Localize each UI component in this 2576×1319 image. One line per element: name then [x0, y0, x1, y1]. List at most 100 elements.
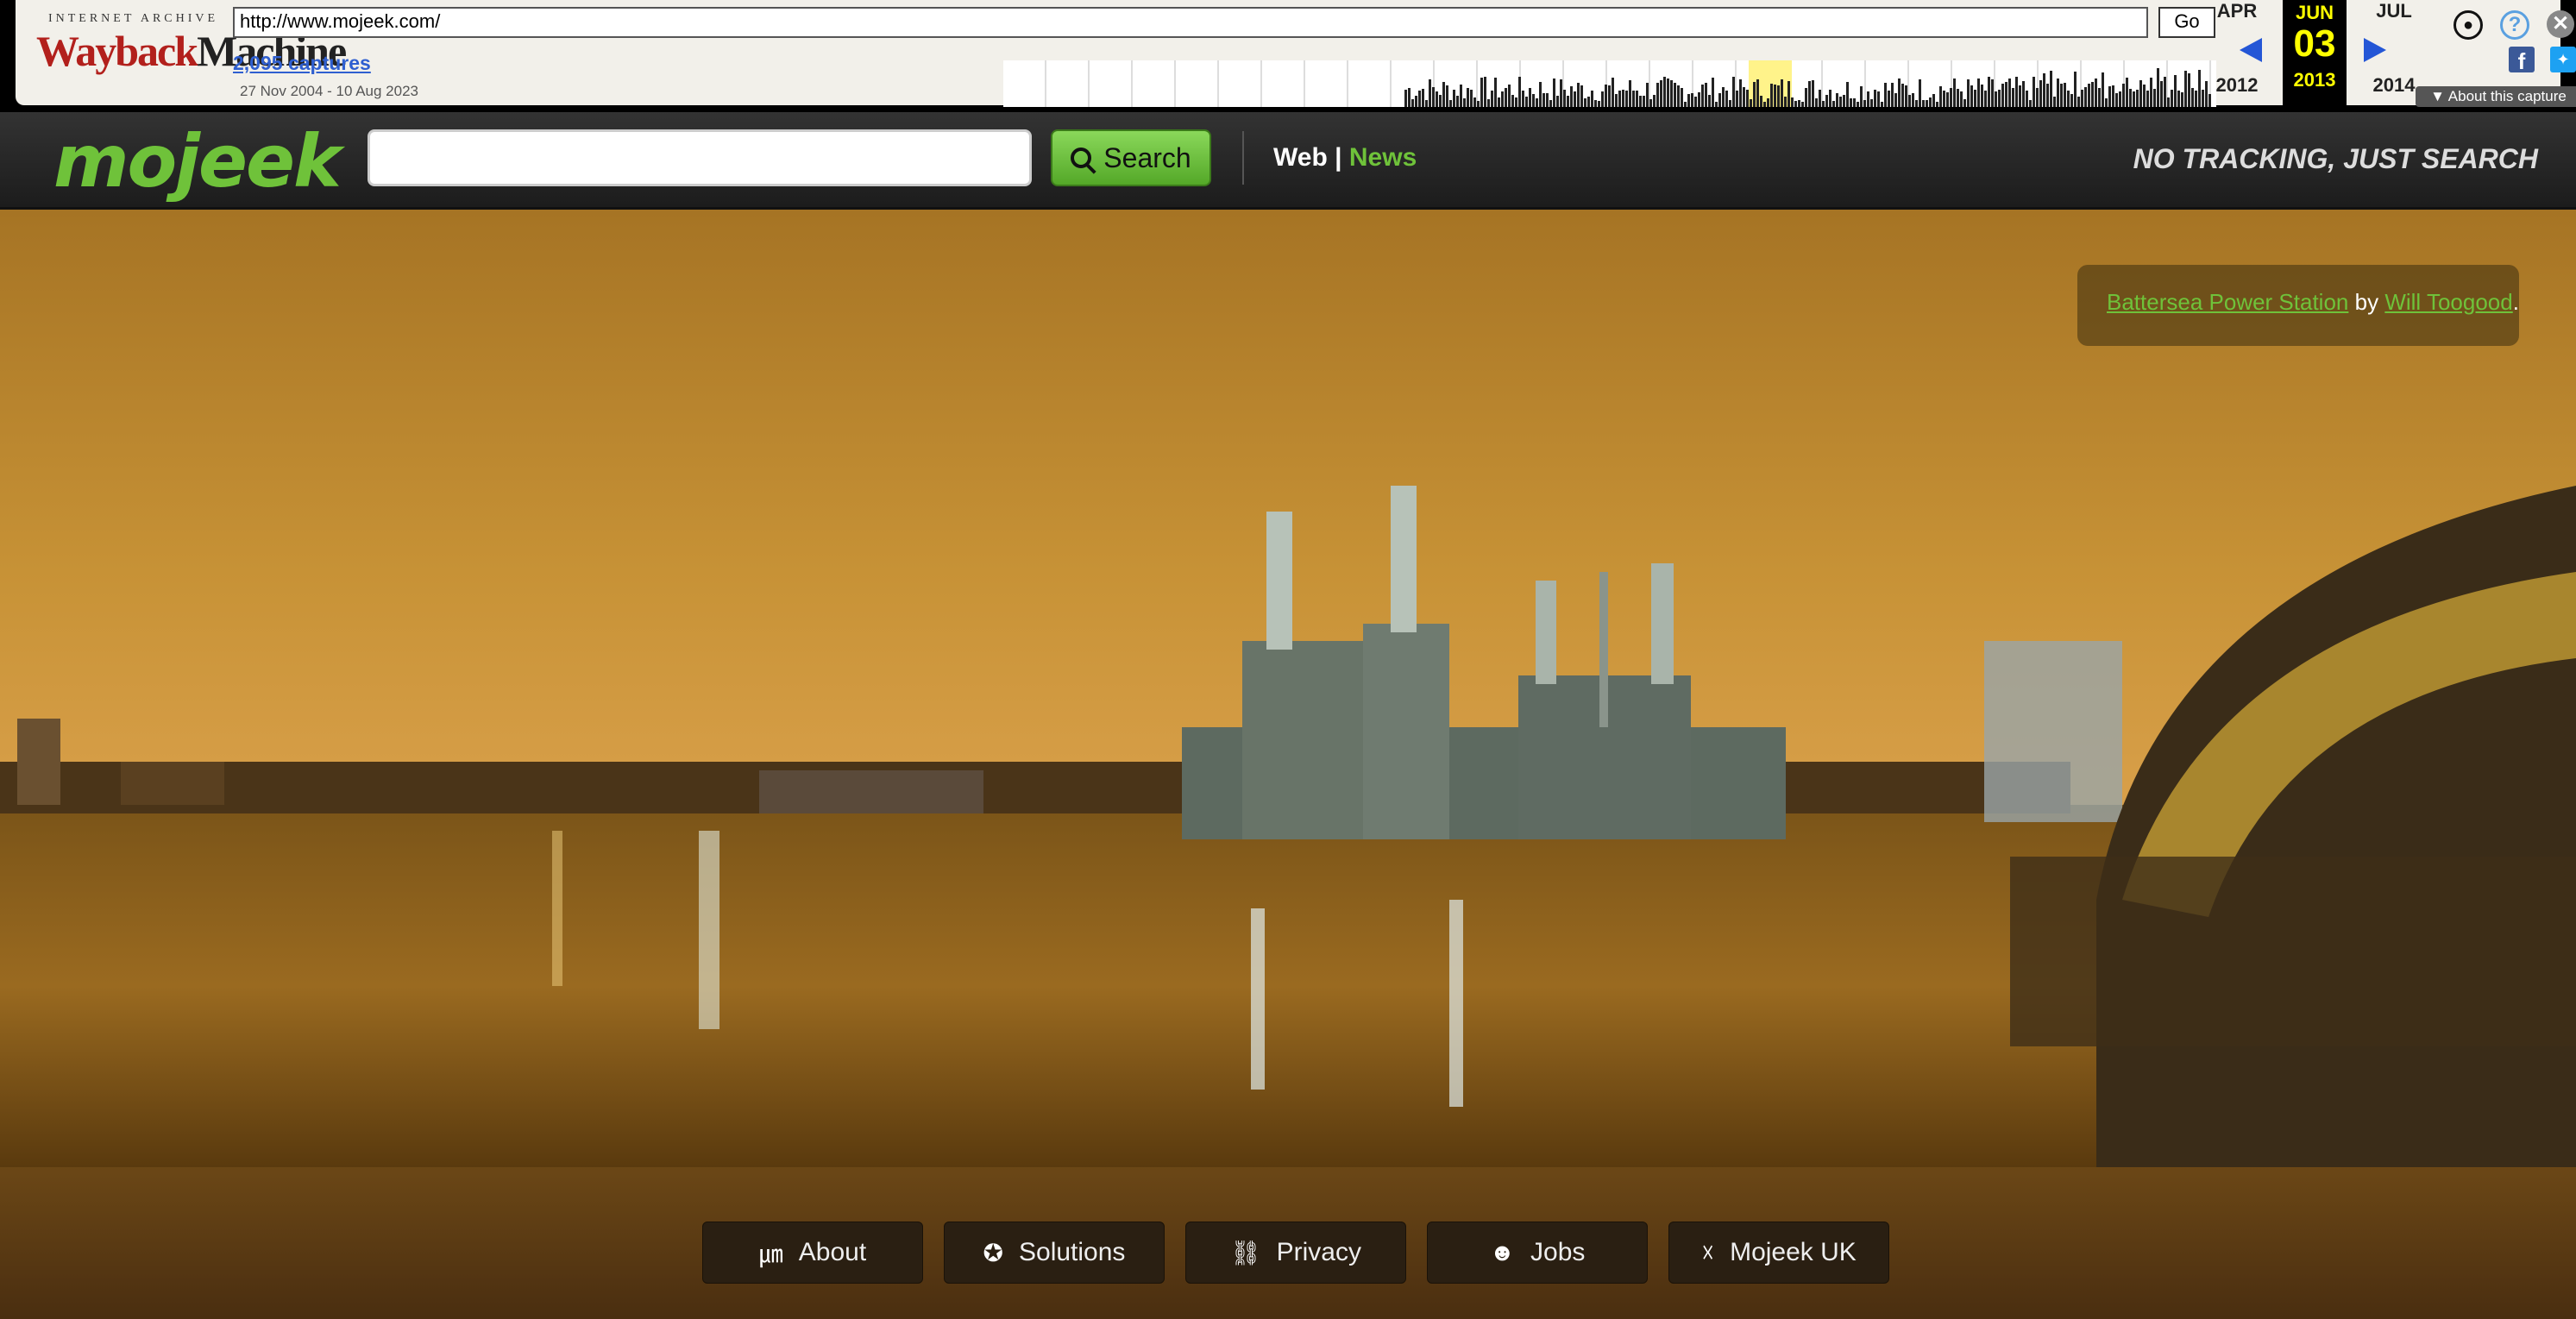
sparkline-bar — [1739, 79, 1742, 107]
twitter-icon[interactable]: ✦ — [2550, 47, 2576, 72]
nav-news[interactable]: News — [1349, 143, 1417, 172]
next-capture-arrow-icon[interactable] — [2364, 38, 2386, 62]
search-type-nav: Web | News — [1273, 143, 1417, 173]
sparkline-bar — [2108, 86, 2111, 107]
search-input[interactable] — [368, 129, 1032, 186]
sparkline-bar — [2036, 88, 2039, 107]
sparkline-bar — [2167, 97, 2170, 107]
sparkline-bar — [1653, 95, 1656, 107]
sparkline-bar — [1553, 79, 1555, 107]
sparkline-bar — [1836, 93, 1838, 107]
mojeek-logo[interactable]: mojeek — [53, 119, 342, 204]
sparkline-bar — [1801, 102, 1804, 107]
sparkline-bar — [1712, 78, 1714, 107]
sparkline-bar — [1870, 99, 1873, 107]
nav-web[interactable]: Web — [1273, 143, 1328, 172]
sparkline-bar — [1494, 78, 1497, 107]
search-button[interactable]: Search — [1051, 129, 1211, 186]
sparkline-bar — [1705, 83, 1707, 107]
sparkline-bar — [1877, 91, 1880, 107]
sparkline-bar — [1974, 90, 1976, 107]
sparkline-bar — [1860, 86, 1863, 107]
sparkline-bar — [2033, 77, 2035, 107]
next-month-label[interactable]: JUL — [2366, 0, 2422, 22]
sparkline-bar — [1694, 97, 1697, 107]
sparkline-bar — [1998, 90, 2001, 107]
sparkline-bar — [2195, 91, 2197, 107]
photo-title-link[interactable]: Battersea Power Station — [2107, 289, 2348, 315]
sparkline-bar — [1467, 88, 1469, 107]
photo-author-link[interactable]: Will Toogood — [2384, 289, 2512, 315]
wayback-logo[interactable]: INTERNET ARCHIVE WaybackMachine — [36, 12, 347, 81]
sparkline-bar — [1805, 88, 1807, 107]
sparkline-bar — [1508, 85, 1511, 107]
sparkline-bar — [1456, 96, 1459, 107]
sparkline-bar — [2102, 72, 2104, 107]
next-year-label[interactable]: 2014 — [2366, 74, 2422, 97]
sparkline-bar — [1436, 91, 1438, 107]
sparkline-bar — [1622, 90, 1624, 107]
prev-month-label[interactable]: APR — [2208, 0, 2265, 22]
sparkline-bar — [1894, 93, 1897, 107]
sparkline-bar — [2143, 85, 2146, 107]
sparkline-bar — [2202, 90, 2204, 107]
sparkline-bar — [1981, 85, 1983, 107]
sparkline-bar — [1605, 85, 1607, 107]
sparkline-bar — [2064, 83, 2066, 107]
wayback-capture-sparkline[interactable] — [1003, 60, 2216, 107]
sparkline-bar — [1888, 91, 1890, 107]
help-icon[interactable]: ? — [2500, 10, 2529, 40]
jobs-button[interactable]: ☻ Jobs — [1427, 1222, 1648, 1284]
sparkline-bar — [2084, 87, 2087, 107]
sparkline-bar — [1480, 78, 1483, 107]
sparkline-bar — [1484, 77, 1486, 107]
wayback-go-button[interactable]: Go — [2158, 7, 2215, 38]
user-account-icon[interactable]: ● — [2453, 10, 2483, 40]
about-capture-button[interactable]: ▼ About this capture — [2416, 86, 2576, 107]
sparkline-bar — [2157, 68, 2159, 107]
wayback-captures-link[interactable]: 2,095 captures — [233, 52, 371, 75]
sparkline-bar — [1715, 102, 1718, 107]
sparkline-bar — [1601, 91, 1604, 107]
sparkline-bar — [1891, 83, 1894, 107]
sparkline-bar — [2081, 90, 2083, 107]
sparkline-bar — [1915, 100, 1918, 107]
prev-capture-arrow-icon[interactable] — [2240, 38, 2262, 62]
sparkline-bars — [1404, 68, 2211, 107]
solutions-button[interactable]: ✪ Solutions — [944, 1222, 1165, 1284]
hero-background-image: Battersea Power Station by Will Toogood. — [0, 210, 2576, 1167]
sparkline-bar — [1681, 88, 1683, 107]
sparkline-bar — [2174, 75, 2177, 107]
about-button[interactable]: ㎛ About — [702, 1222, 923, 1284]
sparkline-bar — [1404, 90, 1407, 107]
sparkline-bar — [1926, 100, 1928, 107]
sparkline-bar — [2043, 73, 2045, 107]
sparkline-bar — [1936, 102, 1938, 107]
sparkline-bar — [2150, 78, 2152, 107]
sparkline-bar — [1791, 97, 1794, 107]
sparkline-bar — [2105, 98, 2108, 107]
sparkline-bar — [1953, 79, 1956, 107]
facebook-icon[interactable]: f — [2509, 47, 2535, 74]
sparkline-bar — [1639, 96, 1642, 107]
sparkline-bar — [1718, 93, 1721, 107]
sparkline-bar — [2022, 81, 2025, 107]
sparkline-bar — [1960, 91, 1963, 107]
sparkline-bar — [1691, 93, 1693, 107]
sparkline-bar — [1863, 100, 1866, 107]
sparkline-bar — [1784, 97, 1787, 107]
sparkline-bar — [1643, 96, 1645, 107]
jobs-button-label: Jobs — [1530, 1238, 1586, 1266]
close-icon[interactable]: ✕ — [2547, 10, 2574, 38]
sparkline-bar — [2188, 73, 2190, 107]
prev-year-label[interactable]: 2012 — [2208, 74, 2265, 97]
sparkline-bar — [1574, 91, 1576, 107]
sparkline-bar — [2005, 82, 2007, 107]
footer-bar: ㎛ About ✪ Solutions ⛓ Privacy ☻ Jobs ☓ M… — [0, 1167, 2576, 1319]
wayback-url-input[interactable]: http://www.mojeek.com/ — [233, 7, 2148, 38]
sparkline-bar — [1884, 83, 1887, 107]
mojeek-uk-button[interactable]: ☓ Mojeek UK — [1668, 1222, 1889, 1284]
privacy-button[interactable]: ⛓ Privacy — [1185, 1222, 1406, 1284]
sparkline-bar — [1491, 91, 1493, 107]
sparkline-bar — [1701, 85, 1704, 107]
